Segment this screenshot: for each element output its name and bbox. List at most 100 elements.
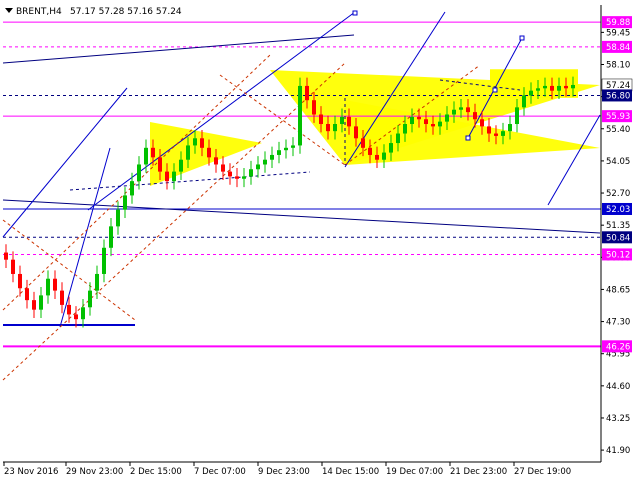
trend-line-4 [59,147,111,328]
candle-body [284,147,288,151]
level-label-58.84: 58.84 [606,43,630,53]
trend-line-10 [2,62,346,381]
anchor-point-2 [492,87,498,93]
candle-body [550,85,554,91]
candle-body [515,107,519,125]
trend-line-0 [2,34,355,64]
candle-body [67,304,71,315]
x-tick-label: 27 Dec 19:00 [514,467,571,477]
x-tick-label: 19 Dec 07:00 [386,467,443,477]
candle-body [431,124,435,127]
chart-title: BRENT,H4 [16,7,62,17]
candle-body [25,288,29,301]
level-label-55.93: 55.93 [606,112,630,122]
x-tick-label: 29 Nov 23:00 [66,467,123,477]
level-label-50.84: 50.84 [606,233,630,243]
candle-body [130,181,134,196]
x-tick-label: 23 Nov 2016 [4,467,58,477]
candle-body [340,116,344,125]
x-tick-label: 7 Dec 07:00 [194,467,246,477]
candle-body [102,247,106,274]
candle-body [263,159,267,165]
candle-body [144,147,148,165]
candle-body [564,85,568,89]
anchor-point-1 [519,35,525,41]
candle-body [382,152,386,160]
x-tick-label: 21 Dec 23:00 [450,467,507,477]
candle-body [158,157,162,172]
candle-body [354,126,358,139]
x-tick-label: 9 Dec 23:00 [258,467,310,477]
candle-body [277,150,281,155]
trend-line-1 [2,199,601,234]
level-label-50.12: 50.12 [606,250,630,260]
candle-body [396,133,400,144]
candle-body [368,147,372,155]
level-label-59.88: 59.88 [606,18,630,28]
candle-body [347,116,351,127]
candle-body [270,154,274,160]
candle-body [571,84,575,89]
y-tick-label: 44.60 [606,382,630,392]
y-tick-label: 58.10 [606,61,630,71]
candle-body [508,124,512,132]
candle-body [389,143,393,153]
candle-body [312,100,316,115]
x-tick-label: 14 Dec 15:00 [322,467,379,477]
candle-body [4,252,8,260]
candle-body [151,147,155,158]
candle-body [298,85,302,146]
trend-lines [2,10,601,381]
candle-body [60,290,64,305]
y-tick-label: 48.65 [606,285,630,295]
triangle-patterns [150,69,600,186]
candle-body [445,114,449,122]
y-tick-label: 55.40 [606,125,630,135]
candle-body [214,157,218,165]
candle-body [39,295,43,310]
level-label-46.26: 46.26 [606,342,630,352]
ohlc-values: 57.17 57.28 57.16 57.24 [70,7,182,17]
candle-body [53,278,57,291]
y-tick-label: 41.90 [606,446,630,456]
candle-body [452,109,456,115]
y-tick-label: 47.30 [606,318,630,328]
candle-body [326,124,330,132]
level-label-52.03: 52.03 [606,205,630,215]
candle-body [165,171,169,182]
candle-body [200,138,204,148]
y-tick-label: 43.25 [606,414,630,424]
candle-body [249,169,253,177]
candle-body [529,90,533,96]
trend-line-8 [547,114,601,206]
candle-body [375,154,379,160]
time-axis: 23 Nov 2016 29 Nov 23:00 2 Dec 15:00 7 Dec … [3,462,571,477]
candle-body [361,138,365,148]
candle-body [74,314,78,320]
candle-body [242,176,246,179]
dropdown-arrow-icon[interactable] [5,8,13,13]
chart-header: BRENT,H4 57.17 57.28 57.16 57.24 [5,7,182,17]
anchor-point-3 [465,135,471,141]
price-chart: 59.4558.1056.7555.4054.0552.7051.3550.00… [2,5,633,477]
trend-line-3 [2,87,128,238]
anchor-point-0 [352,10,358,16]
candle-body [88,290,92,308]
candle-body [256,164,260,170]
candle-body [81,307,85,320]
candle-body [207,147,211,158]
candle-body [305,85,309,101]
candle-body [221,164,225,172]
x-tick-label: 2 Dec 15:00 [130,467,182,477]
candle-body [137,164,141,182]
candle-body [123,195,127,210]
candle-body [109,226,113,248]
candle-body [543,85,547,89]
candle-body [459,107,463,110]
candle-body [557,85,561,91]
candle-body [403,124,407,134]
candle-body [193,138,197,146]
y-tick-label: 52.70 [606,189,630,199]
candle-body [473,112,477,120]
candle-body [95,273,99,291]
